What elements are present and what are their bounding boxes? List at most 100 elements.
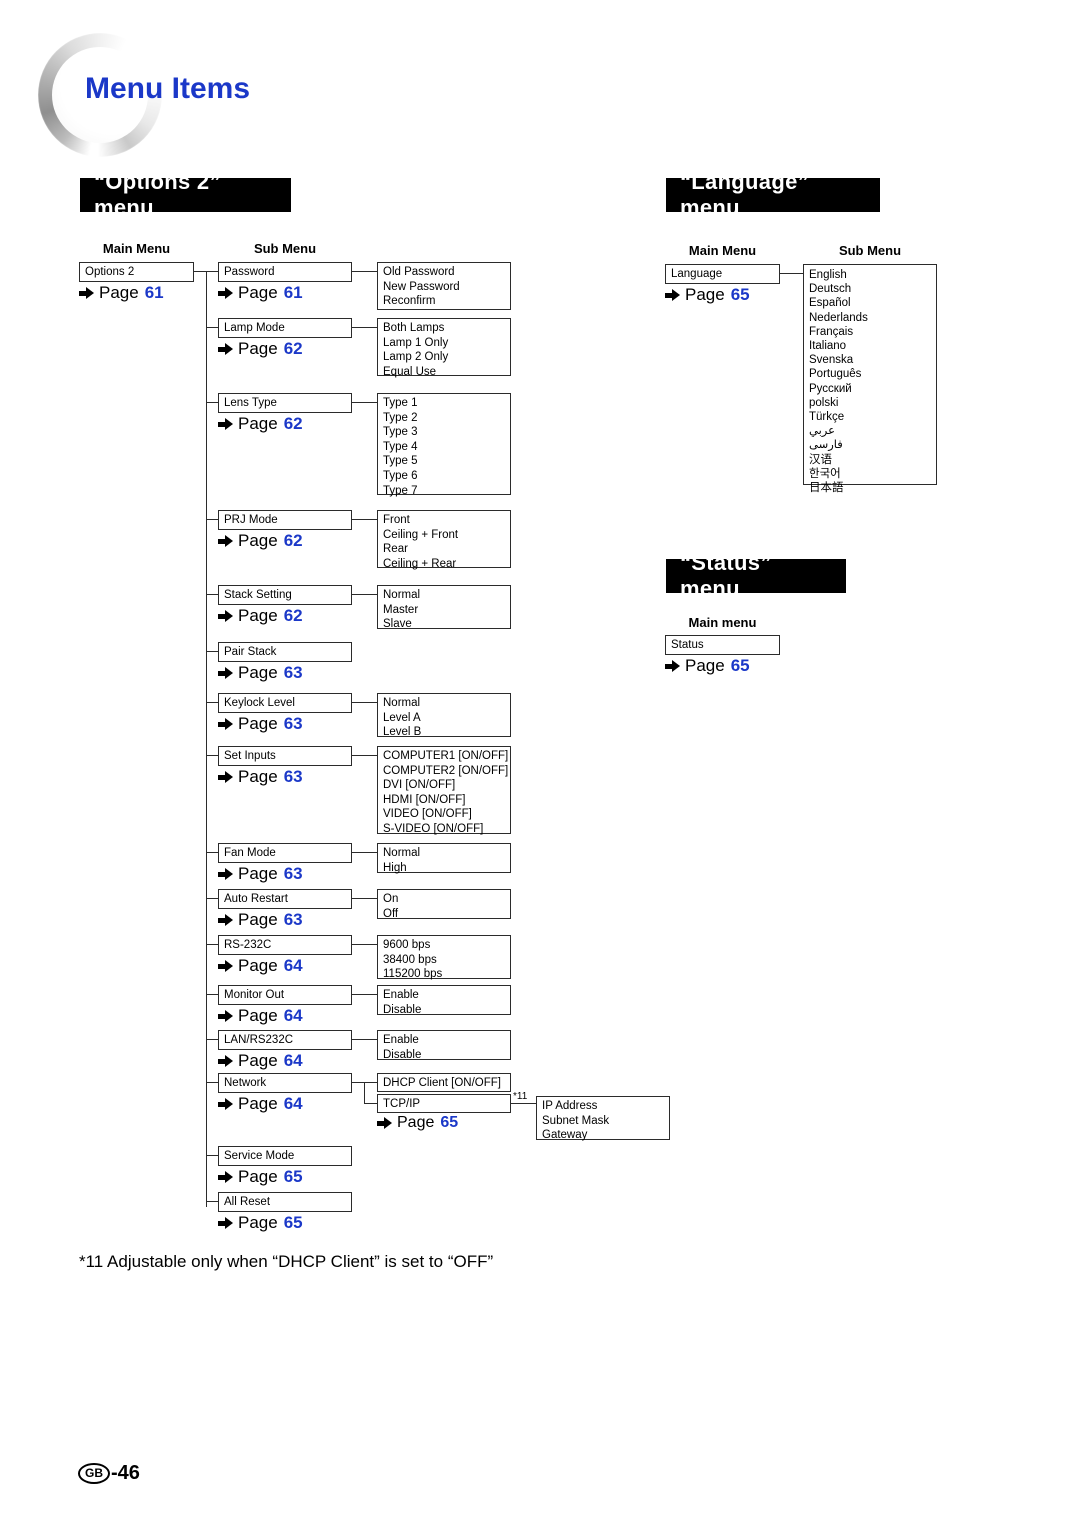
detail-item: Normal [383,697,421,709]
pageref-row-1: Page 62 [218,339,303,359]
language-item: polski [809,396,839,409]
pageref-word: Page [238,1051,278,1070]
connector-row-9 [206,898,218,899]
pageref-number: 65 [730,285,750,304]
language-item: Français [809,325,854,338]
pageref-number: 64 [283,1094,303,1113]
connector-row-5 [206,651,218,652]
pageref-word: Page [238,956,278,975]
detail-item: DVI [ON/OFF] [383,779,456,792]
detail-item: Ceiling + Rear [383,557,457,570]
arrow-right-icon [218,868,233,881]
arrow-right-icon [218,1055,233,1068]
arrow-right-icon [665,660,680,673]
detail-item: 38400 bps [383,953,437,966]
main-menu-box-language: Language [665,264,780,284]
pageref-row-0: Page 61 [218,283,303,303]
language-item: Türkçe [809,411,845,424]
main-menu-label: Status [671,639,704,651]
sub-menu-label: All Reset [224,1196,271,1208]
detail-item: Type 1 [383,397,418,409]
sub-menu-box: Auto Restart [218,889,352,909]
detail-item: Type 6 [383,469,418,482]
connector-detail-6 [352,702,377,703]
pageref-number: 64 [283,956,303,975]
detail-item: Ceiling + Front [383,528,459,541]
connector-row-14 [206,1155,218,1156]
pageref-options2-main: Page 61 [79,283,164,303]
pageref-number: 65 [283,1213,303,1232]
network-tcpip-box: TCP/IP [377,1094,511,1113]
connector-detail-3 [352,519,377,520]
sub-menu-box: Password [218,262,352,282]
sub-menu-box: Lens Type [218,393,352,413]
language-list-box: English Deutsch Español Nederlands Franç… [803,264,937,494]
sub-menu-label: Pair Stack [224,646,277,658]
pageref-tcpip: Page 65 [377,1114,458,1132]
connector-detail-7 [352,755,377,756]
language-item: Русский [809,382,852,395]
pageref-word: Page [238,414,278,433]
connector-row-13 [206,1082,218,1083]
arrow-right-icon [218,535,233,548]
sub-menu-label: PRJ Mode [224,514,278,526]
connector-row-4 [206,594,218,595]
detail-item: TCP/IP [383,1098,421,1110]
pageref-number: 61 [283,283,303,302]
detail-item: New Password [383,280,460,293]
detail-item: Disable [383,1003,422,1016]
sub-menu-box: Stack Setting [218,585,352,605]
detail-item: DHCP Client [ON/OFF] [383,1077,501,1089]
connector-row-0 [206,271,218,272]
connector-row-3 [206,519,218,520]
detail-box: Normal Level A Level B [377,693,511,739]
detail-item: Off [383,907,399,920]
detail-item: Type 3 [383,426,418,439]
pageref-word: Page [238,714,278,733]
detail-item: Enable [383,1034,419,1046]
sub-menu-label: Lens Type [224,397,277,409]
connector-language [780,273,803,274]
pageref-number: 64 [283,1051,303,1070]
detail-box: Enable Disable [377,985,511,1016]
detail-box: COMPUTER1 [ON/OFF] COMPUTER2 [ON/OFF] DV… [377,746,511,835]
pageref-row-12: Page 64 [218,1051,303,1071]
sub-menu-box: Set Inputs [218,746,352,766]
connector-row-1 [206,327,218,328]
connector-row-6 [206,702,218,703]
detail-item: Both Lamps [383,322,445,334]
detail-item: Lamp 2 Only [383,351,449,364]
connector-detail-8 [352,852,377,853]
sub-menu-label: LAN/RS232C [224,1034,294,1046]
sub-menu-label: RS-232C [224,939,272,951]
arrow-right-icon [218,1217,233,1230]
language-item: Svenska [809,354,854,367]
detail-item: Level B [383,726,422,739]
arrow-right-icon [218,771,233,784]
sub-menu-box: Monitor Out [218,985,352,1005]
detail-item: On [383,893,399,905]
sub-menu-box: Fan Mode [218,843,352,863]
sub-menu-label: Keylock Level [224,697,295,709]
language-item: English [809,269,847,281]
connector-row-2 [206,402,218,403]
sub-menu-box: PRJ Mode [218,510,352,530]
pageref-word: Page [238,339,278,358]
sub-menu-label: Fan Mode [224,847,276,859]
pageref-row-13: Page 64 [218,1094,303,1114]
connector-row-8 [206,852,218,853]
caption-main-menu-language: Main Menu [688,243,757,258]
pageref-word: Page [238,1213,278,1232]
arrow-right-icon [218,1098,233,1111]
pageref-row-7: Page 63 [218,767,303,787]
pageref-number: 65 [283,1167,303,1186]
detail-item: Gateway [542,1129,588,1142]
detail-item: Subnet Mask [542,1114,610,1127]
pageref-word: Page [238,864,278,883]
detail-item: Equal Use [383,365,437,378]
detail-item: VIDEO [ON/OFF] [383,808,472,821]
manual-page: Menu Items “Options 2” menu Main Menu Su… [0,0,1080,1523]
detail-item: Normal [383,589,421,601]
main-menu-label: Language [671,268,723,280]
detail-item: Lamp 1 Only [383,336,449,349]
